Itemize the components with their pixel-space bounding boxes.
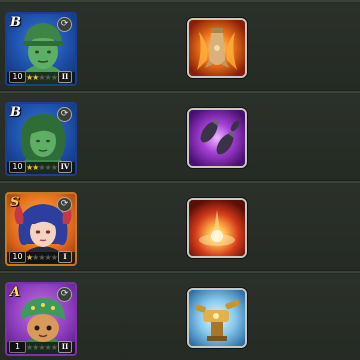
row-divider: [0, 91, 360, 93]
hero-info-bar: 10 ★★★★★★ II: [7, 71, 75, 84]
hero-info-bar: 1 ★★★★★★ II: [7, 341, 75, 354]
skill-icon-button[interactable]: [187, 198, 247, 258]
hero-grade: A: [10, 285, 21, 300]
swap-hero-icon[interactable]: ⟳: [57, 107, 72, 122]
skill-icon-button[interactable]: [187, 288, 247, 348]
top-divider: [0, 0, 360, 2]
hero-grade: S: [10, 195, 20, 210]
swap-hero-icon[interactable]: ⟳: [57, 287, 72, 302]
hero-info-bar: 10 ★★★★★★ IV: [7, 161, 75, 174]
hero-level: 10: [9, 71, 26, 83]
hero-level: 10: [9, 161, 26, 173]
hero-info-bar: 10 ★★★★★★ I: [7, 251, 75, 264]
hero-portrait[interactable]: B ⟳ 10 ★★★★★★ II: [5, 12, 77, 86]
swap-hero-icon[interactable]: ⟳: [57, 17, 72, 32]
hero-portrait[interactable]: S ⟳ 10 ★★★★★★ I: [5, 192, 77, 266]
hero-row[interactable]: S ⟳ 10 ★★★★★★ I: [0, 184, 360, 273]
skill-icon-button[interactable]: [187, 18, 247, 78]
explosion-blast-icon: [189, 200, 245, 256]
hero-rank-badge: IV: [58, 161, 72, 173]
hero-rank-badge: I: [58, 251, 72, 263]
hero-rank-badge: II: [58, 341, 72, 353]
hero-grade: B: [10, 15, 21, 30]
hero-row[interactable]: B ⟳ 10 ★★★★★★ IV: [0, 94, 360, 183]
skill-icon-button[interactable]: [187, 108, 247, 168]
swap-hero-icon[interactable]: ⟳: [57, 197, 72, 212]
golden-turret-icon: [189, 290, 245, 346]
flaming-bomb-icon: [189, 20, 245, 76]
hero-row[interactable]: B ⟳ 10 ★★★★★★ II: [0, 4, 360, 93]
hero-portrait[interactable]: A ⟳ 1 ★★★★★★ II: [5, 282, 77, 356]
hero-portrait[interactable]: B ⟳ 10 ★★★★★★ IV: [5, 102, 77, 176]
row-divider: [0, 181, 360, 183]
hero-level: 1: [9, 341, 26, 353]
row-divider: [0, 271, 360, 273]
hero-rank-badge: II: [58, 71, 72, 83]
hero-row[interactable]: A ⟳ 1 ★★★★★★ II: [0, 274, 360, 360]
falling-bombs-icon: [189, 110, 245, 166]
hero-grade: B: [10, 105, 21, 120]
hero-level: 10: [9, 251, 26, 263]
